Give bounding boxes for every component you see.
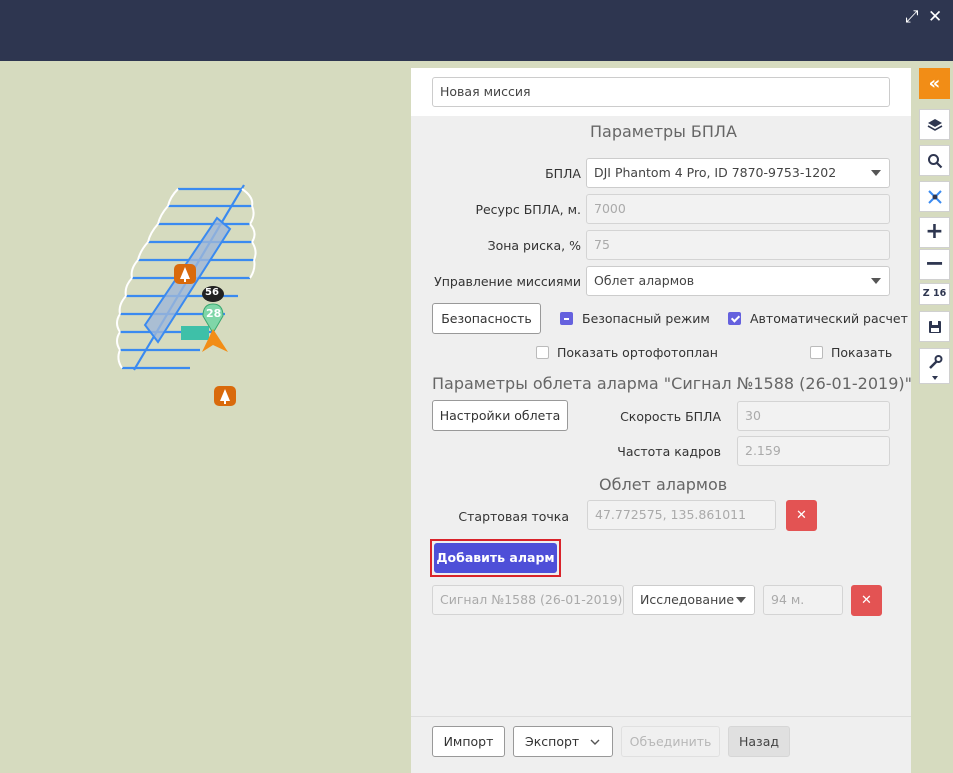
flight-settings-button[interactable]: Настройки облета [432, 400, 568, 431]
mission-panel: Новая миссия Параметры БПЛА БПЛА DJI Pha… [411, 68, 912, 773]
export-label: Экспорт [525, 734, 580, 749]
mission-control-select[interactable]: Облет алармов [586, 266, 890, 296]
badge-56: 56 [205, 287, 219, 298]
layers-icon[interactable] [919, 109, 950, 140]
risk-zone-input[interactable]: 75 [586, 230, 890, 260]
mission-panel-body: Параметры БПЛА БПЛА DJI Phantom 4 Pro, I… [411, 116, 912, 716]
frame-rate-label: Частота кадров [617, 444, 721, 459]
chevron-down-icon [736, 597, 746, 603]
ortho-checkbox[interactable] [536, 346, 549, 359]
delete-alarm-icon[interactable]: ✕ [851, 585, 882, 616]
back-button[interactable]: Назад [728, 726, 790, 757]
alarm-mode-value: Исследование [640, 592, 735, 607]
export-button[interactable]: Экспорт [513, 726, 613, 757]
delete-start-icon[interactable]: ✕ [786, 500, 817, 531]
safety-button[interactable]: Безопасность [432, 303, 541, 334]
uav-speed-input[interactable]: 30 [737, 401, 890, 431]
chevron-down-icon [590, 739, 600, 745]
safe-mode-label: Безопасный режим [582, 311, 710, 326]
risk-zone-label: Зона риска, % [487, 238, 581, 253]
alarm-signal-input[interactable]: Сигнал №1588 (26-01-2019) [432, 585, 624, 615]
flight-route [116, 184, 257, 406]
import-button[interactable]: Импорт [432, 726, 505, 757]
start-point-label: Стартовая точка [458, 509, 569, 524]
collapse-panel-icon[interactable]: « [919, 68, 950, 99]
show-checkbox[interactable] [810, 346, 823, 359]
add-alarm-button[interactable]: Добавить аларм [434, 543, 557, 573]
forest-marker-2 [214, 386, 236, 406]
wrench-icon[interactable] [919, 348, 950, 384]
chevron-down-icon [871, 278, 881, 284]
uav-select-value: DJI Phantom 4 Pro, ID 7870-9753-1202 [594, 165, 837, 180]
zoom-level: Z 16 [919, 283, 950, 305]
alarm-flight-title: Параметры облета аларма "Сигнал №1588 (2… [432, 374, 912, 393]
alarm-mode-select[interactable]: Исследование [632, 585, 755, 615]
mission-control-label: Управление миссиями [434, 274, 581, 289]
uav-speed-label: Скорость БПЛА [620, 409, 721, 424]
mission-name-input[interactable]: Новая миссия [432, 77, 890, 107]
zoom-in-icon[interactable]: + [919, 217, 950, 248]
alarm-distance-input[interactable]: 94 м. [763, 585, 843, 615]
uav-params-title: Параметры БПЛА [590, 122, 737, 141]
mission-control-value: Облет алармов [594, 273, 695, 288]
save-icon[interactable] [919, 311, 950, 342]
forest-marker-1 [174, 264, 196, 284]
search-icon[interactable] [919, 145, 950, 176]
resource-input[interactable]: 7000 [586, 194, 890, 224]
close-icon[interactable]: ✕ [928, 7, 942, 27]
merge-button[interactable]: Объединить [621, 726, 720, 757]
auto-calc-checkbox[interactable] [728, 312, 741, 325]
show-label: Показать [831, 345, 893, 360]
expand-icon[interactable]: ⤢ [905, 7, 919, 27]
window-header: ⤢ ✕ [0, 0, 953, 61]
uav-select[interactable]: DJI Phantom 4 Pro, ID 7870-9753-1202 [586, 158, 890, 188]
safe-mode-checkbox[interactable] [560, 312, 573, 325]
resource-label: Ресурс БПЛА, м. [475, 202, 581, 217]
drone-icon[interactable] [919, 181, 950, 212]
chevron-down-icon [871, 170, 881, 176]
frame-rate-input[interactable]: 2.159 [737, 436, 890, 466]
auto-calc-label: Автоматический расчет [750, 311, 908, 326]
start-point-input[interactable]: 47.772575, 135.861011 [587, 500, 776, 530]
alarms-title: Облет алармов [599, 475, 728, 494]
uav-label: БПЛА [545, 166, 581, 181]
zoom-out-icon[interactable]: − [919, 249, 950, 280]
mission-panel-footer: Импорт Экспорт Объединить Назад [411, 716, 911, 773]
badge-28: 28 [206, 307, 222, 320]
ortho-label: Показать ортофотоплан [557, 345, 718, 360]
